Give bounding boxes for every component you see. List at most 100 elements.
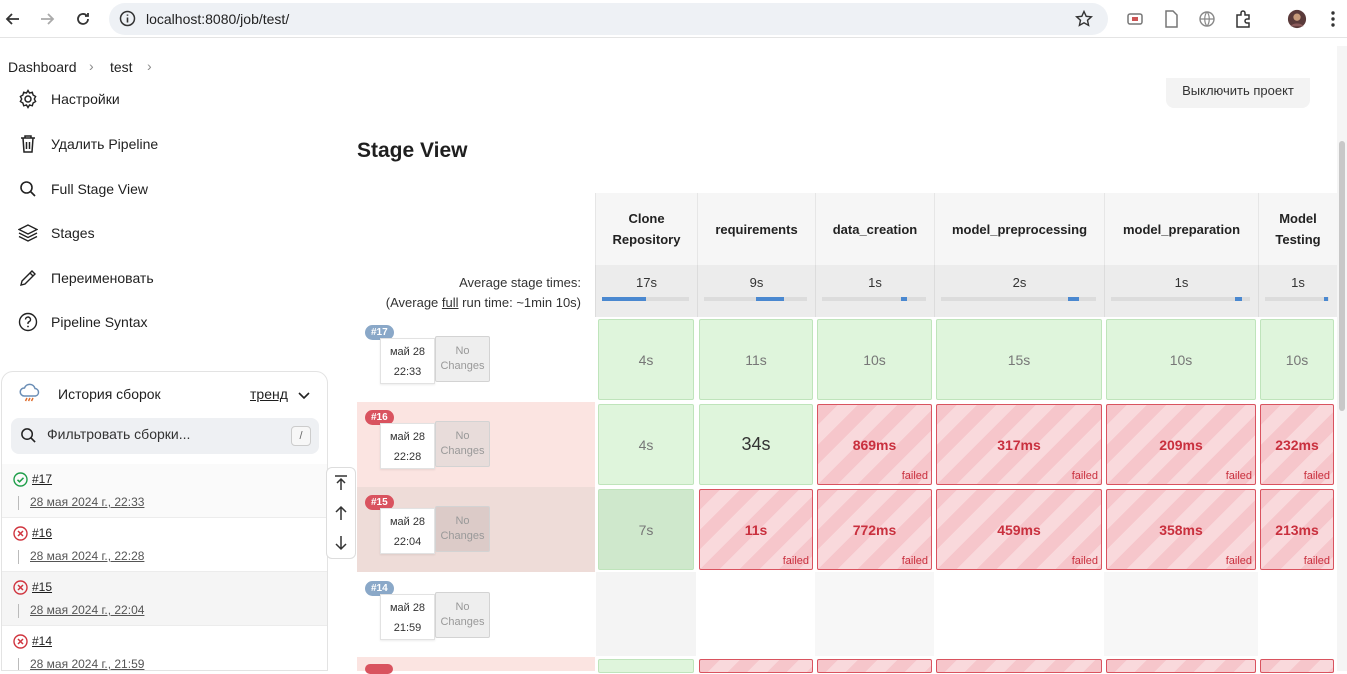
- divider: [18, 496, 19, 510]
- breadcrumb-dashboard[interactable]: Dashboard: [8, 59, 77, 75]
- stage-cell[interactable]: 10s: [817, 319, 932, 400]
- extensions-puzzle-icon[interactable]: [1233, 9, 1253, 29]
- breadcrumb: Dashboard › test ›: [0, 46, 1337, 88]
- address-bar[interactable]: localhost:8080/job/test/: [109, 3, 1108, 35]
- breadcrumb-separator-icon[interactable]: ›: [89, 58, 94, 74]
- globe-icon[interactable]: [1197, 9, 1217, 29]
- avg-bar-fill: [755, 297, 785, 301]
- help-icon: [17, 311, 39, 333]
- run-time: 21:59: [393, 622, 422, 634]
- sidebar-item-delete-pipeline[interactable]: Удалить Pipeline: [17, 130, 158, 158]
- stage-cell[interactable]: 4s: [598, 404, 694, 485]
- build-filter-input[interactable]: [47, 426, 277, 442]
- trend-link[interactable]: тренд: [250, 386, 288, 402]
- menu-kebab-icon[interactable]: [1323, 9, 1343, 29]
- avg-cell: 1s: [1104, 265, 1258, 317]
- back-icon[interactable]: [0, 6, 26, 32]
- avg-cell: 9s: [697, 265, 815, 317]
- avg-time: 17s: [636, 275, 657, 290]
- divider: [18, 604, 19, 618]
- stage-time: 232ms: [1275, 436, 1319, 453]
- site-info-icon[interactable]: [119, 10, 136, 32]
- build-date-link[interactable]: 28 мая 2024 г., 22:33: [30, 495, 144, 509]
- build-row-17[interactable]: #17 28 мая 2024 г., 22:33: [2, 464, 327, 518]
- build-date-link[interactable]: 28 мая 2024 г., 22:28: [30, 549, 144, 563]
- failed-label: failed: [782, 555, 809, 567]
- document-icon[interactable]: [1161, 9, 1181, 29]
- build-row-14[interactable]: #14 28 мая 2024 г., 21:59: [2, 626, 327, 670]
- stage-cell-failed[interactable]: 459ms failed: [936, 489, 1102, 570]
- stage-cell-failed[interactable]: 358ms failed: [1106, 489, 1256, 570]
- build-number-link[interactable]: #16: [32, 526, 52, 540]
- breadcrumb-test[interactable]: test: [110, 59, 133, 75]
- scroll-up-icon[interactable]: [327, 498, 355, 528]
- stage-cell[interactable]: 10s: [1260, 319, 1334, 400]
- build-filter-search[interactable]: /: [11, 418, 319, 454]
- star-icon[interactable]: [1074, 9, 1094, 33]
- avg-bar-track: [1111, 297, 1250, 301]
- stage-cell[interactable]: 11s: [699, 319, 813, 400]
- sidebar-item-label: Pipeline Syntax: [51, 314, 148, 330]
- profile-avatar[interactable]: [1287, 9, 1307, 29]
- stage-cell-failed[interactable]: 209ms failed: [1106, 404, 1256, 485]
- run-date-box: май 28 22:28: [380, 423, 435, 469]
- stage-time: 213ms: [1275, 521, 1319, 538]
- avg-time: 1s: [1291, 275, 1305, 290]
- build-row-16[interactable]: #16 28 мая 2024 г., 22:28: [2, 518, 327, 572]
- build-history-title: История сборок: [58, 386, 161, 402]
- scroll-top-icon[interactable]: [327, 468, 355, 498]
- stage-cell-failed[interactable]: 772ms failed: [817, 489, 932, 570]
- stage-cell[interactable]: 15s: [936, 319, 1102, 400]
- breadcrumb-separator-icon[interactable]: ›: [147, 58, 152, 74]
- stage-cell[interactable]: 10s: [1106, 319, 1256, 400]
- stage-cell-failed[interactable]: 213ms failed: [1260, 489, 1334, 570]
- divider: [18, 550, 19, 564]
- sidebar-item-stages[interactable]: Stages: [17, 219, 95, 247]
- scroll-down-icon[interactable]: [327, 528, 355, 558]
- chevron-down-icon[interactable]: [298, 388, 310, 406]
- stage-cell[interactable]: 34s: [699, 404, 813, 485]
- full-run-link[interactable]: full: [442, 295, 459, 310]
- avg-run-suffix: run time: ~1min 10s): [458, 295, 581, 310]
- stage-time: 209ms: [1159, 436, 1203, 453]
- sidebar-item-pipeline-syntax[interactable]: Pipeline Syntax: [17, 308, 148, 336]
- build-number-link[interactable]: #17: [32, 472, 52, 486]
- run-time: 22:28: [393, 451, 422, 463]
- page-scrollbar[interactable]: [1337, 46, 1347, 671]
- no-changes-box: No Changes: [435, 336, 490, 382]
- forward-icon[interactable]: [34, 6, 60, 32]
- failed-label: failed: [1071, 555, 1098, 567]
- failed-label: failed: [1303, 555, 1330, 567]
- average-stage-times-text: Average stage times:: [459, 275, 581, 290]
- stage-cell-failed[interactable]: 11s failed: [699, 489, 813, 570]
- run-time: 22:04: [393, 536, 422, 548]
- run-date-box: май 28 22:04: [380, 508, 435, 554]
- build-date-link[interactable]: 28 мая 2024 г., 22:04: [30, 603, 144, 617]
- build-number-link[interactable]: #15: [32, 580, 52, 594]
- sidebar-item-full-stage-view[interactable]: Full Stage View: [17, 175, 148, 203]
- stage-cell[interactable]: 4s: [598, 319, 694, 400]
- search-icon: [17, 178, 39, 200]
- url-text[interactable]: localhost:8080/job/test/: [146, 11, 289, 27]
- build-row-15[interactable]: #15 28 мая 2024 г., 22:04: [2, 572, 327, 626]
- avg-cell: 17s: [595, 265, 697, 317]
- disable-project-button[interactable]: Выключить проект: [1166, 78, 1310, 108]
- build-number-link[interactable]: #14: [32, 634, 52, 648]
- keyboard-shortcut-hint: /: [291, 426, 311, 446]
- stage-cell-failed[interactable]: 317ms failed: [936, 404, 1102, 485]
- stage-cell[interactable]: 7s: [598, 489, 694, 570]
- scrollbar-thumb[interactable]: [1339, 141, 1345, 411]
- build-badge[interactable]: [365, 664, 393, 674]
- avg-cell: 1s: [815, 265, 934, 317]
- build-date-link[interactable]: 28 мая 2024 г., 21:59: [30, 657, 144, 670]
- reload-icon[interactable]: [70, 6, 96, 32]
- stage-cell-failed[interactable]: 232ms failed: [1260, 404, 1334, 485]
- stage-header-requirements: requirements: [697, 193, 815, 265]
- stage-time: 317ms: [997, 436, 1041, 453]
- failed-label: failed: [1225, 555, 1252, 567]
- stage-cell-failed[interactable]: 869ms failed: [817, 404, 932, 485]
- no-changes-box: No Changes: [435, 592, 490, 638]
- sidebar-item-settings[interactable]: Настройки: [17, 85, 120, 113]
- sidebar-item-rename[interactable]: Переименовать: [17, 264, 154, 292]
- extension-1-icon[interactable]: [1125, 9, 1145, 29]
